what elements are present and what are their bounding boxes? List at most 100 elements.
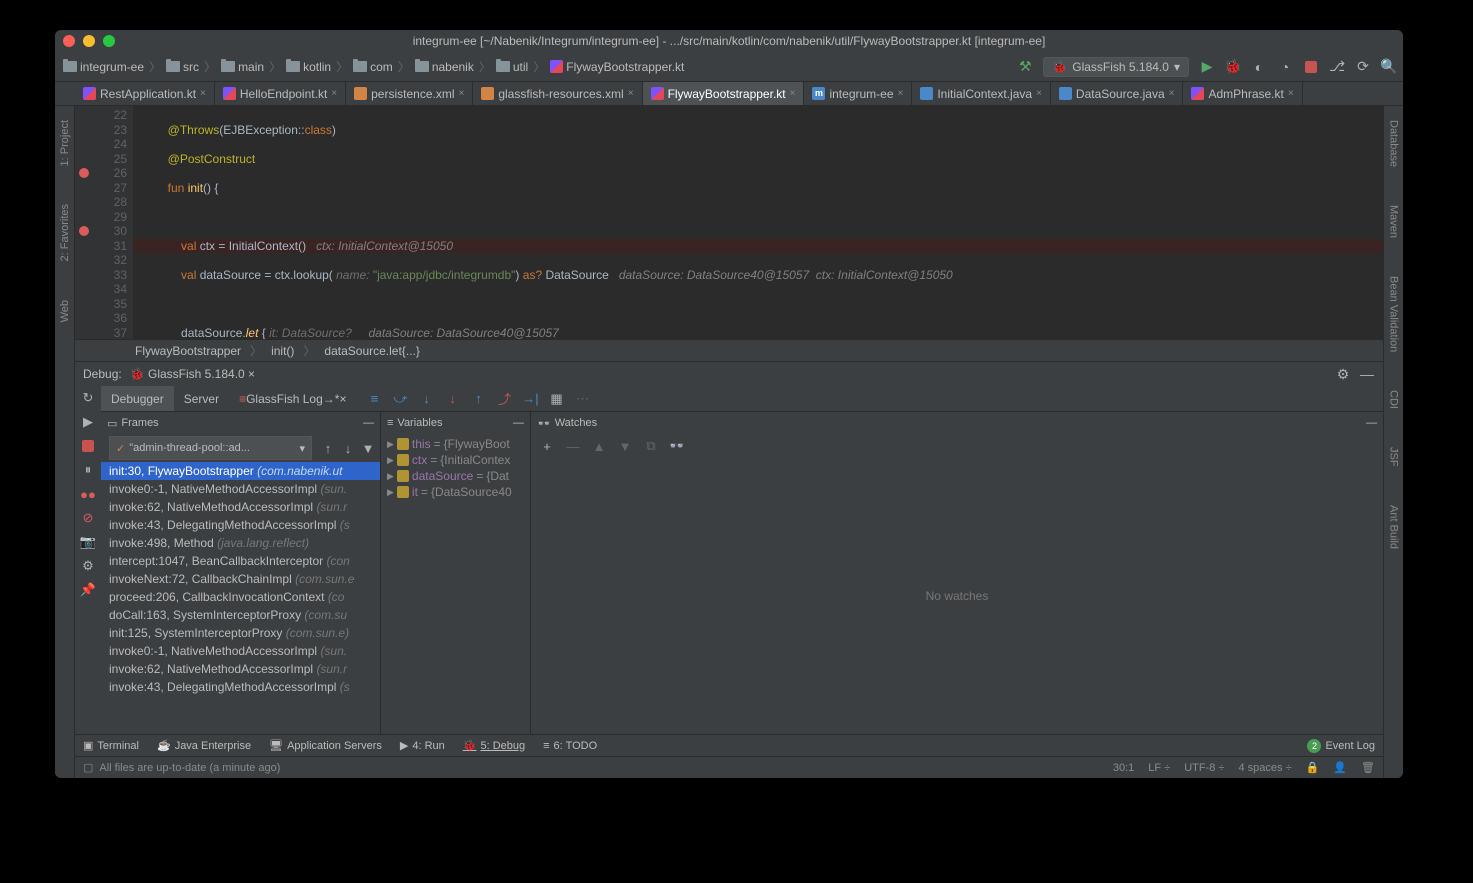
breadcrumb-item[interactable]: main <box>219 60 266 74</box>
coverage-icon[interactable]: ◐ <box>1251 59 1267 75</box>
hammer-icon[interactable]: ⚒ <box>1017 59 1033 75</box>
glasses-icon[interactable]: 👓 <box>669 438 685 454</box>
debug-tab-bottom[interactable]: 🐞 5: Debug <box>463 739 525 752</box>
trash-icon[interactable]: 🗑 <box>1361 761 1375 774</box>
search-icon[interactable]: 🔍 <box>1381 59 1397 75</box>
step-into-icon[interactable]: ↓ <box>418 391 434 407</box>
close-tab-icon[interactable]: × <box>898 88 904 99</box>
stack-frame[interactable]: invoke:43, DelegatingMethodAccessorImpl … <box>101 516 380 534</box>
down-icon[interactable]: ▼ <box>617 438 633 454</box>
variable-item[interactable]: ▶ it = {DataSource40 <box>383 484 528 500</box>
line-number[interactable]: 32 <box>75 253 127 268</box>
sidebar-bean-validation[interactable]: Bean Validation <box>1386 272 1402 356</box>
editor-tab[interactable]: RestApplication.kt× <box>75 82 215 105</box>
remove-watch-icon[interactable]: — <box>565 438 581 454</box>
editor-tab[interactable]: InitialContext.java× <box>912 82 1051 105</box>
line-number[interactable]: 28 <box>75 195 127 210</box>
evaluate-icon[interactable]: ▦ <box>548 391 564 407</box>
variables-list[interactable]: ▶ this = {FlywayBoot▶ ctx = {InitialCont… <box>381 434 530 734</box>
editor-tab[interactable]: FlywayBootstrapper.kt× <box>643 82 805 105</box>
close-tab-icon[interactable]: × <box>1169 88 1175 99</box>
line-number[interactable]: 37 <box>75 326 127 340</box>
force-step-into-icon[interactable]: ↓ <box>444 391 460 407</box>
pause-icon[interactable]: ⏸ <box>80 462 96 478</box>
indent[interactable]: 4 spaces ÷ <box>1239 762 1292 774</box>
stop-debug-icon[interactable] <box>80 438 96 454</box>
copy-icon[interactable]: ⧉ <box>643 438 659 454</box>
settings-icon[interactable]: ⚙ <box>80 558 96 574</box>
maximize-icon[interactable] <box>103 35 115 47</box>
minimize-icon[interactable] <box>83 35 95 47</box>
stack-frame[interactable]: doCall:163, SystemInterceptorProxy (com.… <box>101 606 380 624</box>
pin-icon[interactable]: 📌 <box>80 582 96 598</box>
stack-frame[interactable]: invoke0:-1, NativeMethodAccessorImpl (su… <box>101 642 380 660</box>
lock-icon[interactable]: 🔒 <box>1306 761 1320 774</box>
stack-frame[interactable]: init:30, FlywayBootstrapper (com.nabenik… <box>101 462 380 480</box>
code-area[interactable]: @Throws(EJBException::class) @PostConstr… <box>133 106 1383 339</box>
line-number[interactable]: 24 <box>75 137 127 152</box>
sidebar-cdi[interactable]: CDI <box>1386 386 1402 413</box>
stack-frame[interactable]: invoke:498, Method (java.lang.reflect) <box>101 534 380 552</box>
variable-item[interactable]: ▶ ctx = {InitialContex <box>383 452 528 468</box>
line-ending[interactable]: LF ÷ <box>1148 762 1170 774</box>
breadcrumb-item[interactable]: com <box>351 60 395 74</box>
terminal-tab[interactable]: ▣ Terminal <box>83 739 139 752</box>
stack-frame[interactable]: intercept:1047, BeanCallbackInterceptor … <box>101 552 380 570</box>
breakpoint-icon[interactable] <box>79 168 89 178</box>
line-number[interactable]: 27 <box>75 181 127 196</box>
line-number[interactable]: 35 <box>75 297 127 312</box>
sidebar-ant[interactable]: Ant Build <box>1386 501 1402 553</box>
editor-tab[interactable]: HelloEndpoint.kt× <box>215 82 346 105</box>
frames-list[interactable]: init:30, FlywayBootstrapper (com.nabenik… <box>101 462 380 734</box>
update-icon[interactable]: ⟳ <box>1355 59 1371 75</box>
editor-tab[interactable]: persistence.xml× <box>346 82 473 105</box>
event-log-tab[interactable]: 2 Event Log <box>1307 739 1375 753</box>
line-number[interactable]: 30 <box>75 224 127 239</box>
next-frame-icon[interactable]: ↓ <box>340 440 356 456</box>
add-watch-icon[interactable]: + <box>539 438 555 454</box>
stack-frame[interactable]: invoke:62, NativeMethodAccessorImpl (sun… <box>101 498 380 516</box>
breadcrumb-item[interactable]: integrum-ee <box>61 60 146 74</box>
close-tab-icon[interactable]: × <box>1036 88 1042 99</box>
minimize-panel-icon[interactable]: — <box>1359 366 1375 382</box>
breadcrumb-item[interactable]: nabenik <box>413 60 476 74</box>
inspector-icon[interactable]: 👤 <box>1333 761 1347 774</box>
line-number[interactable]: 29 <box>75 210 127 225</box>
sidebar-favorites[interactable]: 2: Favorites <box>57 200 73 265</box>
prev-frame-icon[interactable]: ↑ <box>320 440 336 456</box>
profile-icon[interactable]: ◔ <box>1277 59 1293 75</box>
close-icon[interactable] <box>63 35 75 47</box>
trail-item[interactable]: FlywayBootstrapper <box>135 344 241 358</box>
editor-tab[interactable]: glassfish-resources.xml× <box>473 82 642 105</box>
step-over-icon[interactable]: ⤻ <box>392 391 408 407</box>
camera-icon[interactable]: 📷 <box>80 534 96 550</box>
line-number[interactable]: 33 <box>75 268 127 283</box>
more-icon[interactable]: ⋯ <box>574 391 590 407</box>
stack-frame[interactable]: invokeNext:72, CallbackChainImpl (com.su… <box>101 570 380 588</box>
todo-tab[interactable]: ≡ 6: TODO <box>543 740 597 752</box>
resume-icon[interactable]: ▶ <box>80 414 96 430</box>
variable-item[interactable]: ▶ this = {FlywayBoot <box>383 436 528 452</box>
trail-item[interactable]: init() <box>271 344 294 358</box>
editor-tab[interactable]: AdmPhrase.kt× <box>1183 82 1302 105</box>
drop-frame-icon[interactable]: ⤴ <box>496 391 512 407</box>
line-number[interactable]: 31 <box>75 239 127 254</box>
glassfish-log-tab[interactable]: ≡ GlassFish Log →*× <box>229 386 356 411</box>
editor-tab[interactable]: DataSource.java× <box>1051 82 1184 105</box>
line-number[interactable]: 23 <box>75 123 127 138</box>
stack-frame[interactable]: init:125, SystemInterceptorProxy (com.su… <box>101 624 380 642</box>
stack-frame[interactable]: invoke:43, DelegatingMethodAccessorImpl … <box>101 678 380 696</box>
close-tab-icon[interactable]: × <box>200 88 206 99</box>
vcs-icon[interactable]: ⎇ <box>1329 59 1345 75</box>
stack-frame[interactable]: proceed:206, CallbackInvocationContext (… <box>101 588 380 606</box>
close-tab-icon[interactable]: × <box>1288 88 1294 99</box>
play-icon[interactable]: ▶ <box>1199 59 1215 75</box>
step-out-icon[interactable]: ↑ <box>470 391 486 407</box>
debug-icon[interactable]: 🐞 <box>1225 59 1241 75</box>
close-tab-icon[interactable]: × <box>331 88 337 99</box>
close-tab-icon[interactable]: × <box>790 88 796 99</box>
status-icon[interactable]: ▢ <box>83 761 93 774</box>
breadcrumb-item[interactable]: FlywayBootstrapper.kt <box>548 60 686 74</box>
close-tab-icon[interactable]: × <box>628 88 634 99</box>
server-tab[interactable]: Server <box>174 386 229 411</box>
